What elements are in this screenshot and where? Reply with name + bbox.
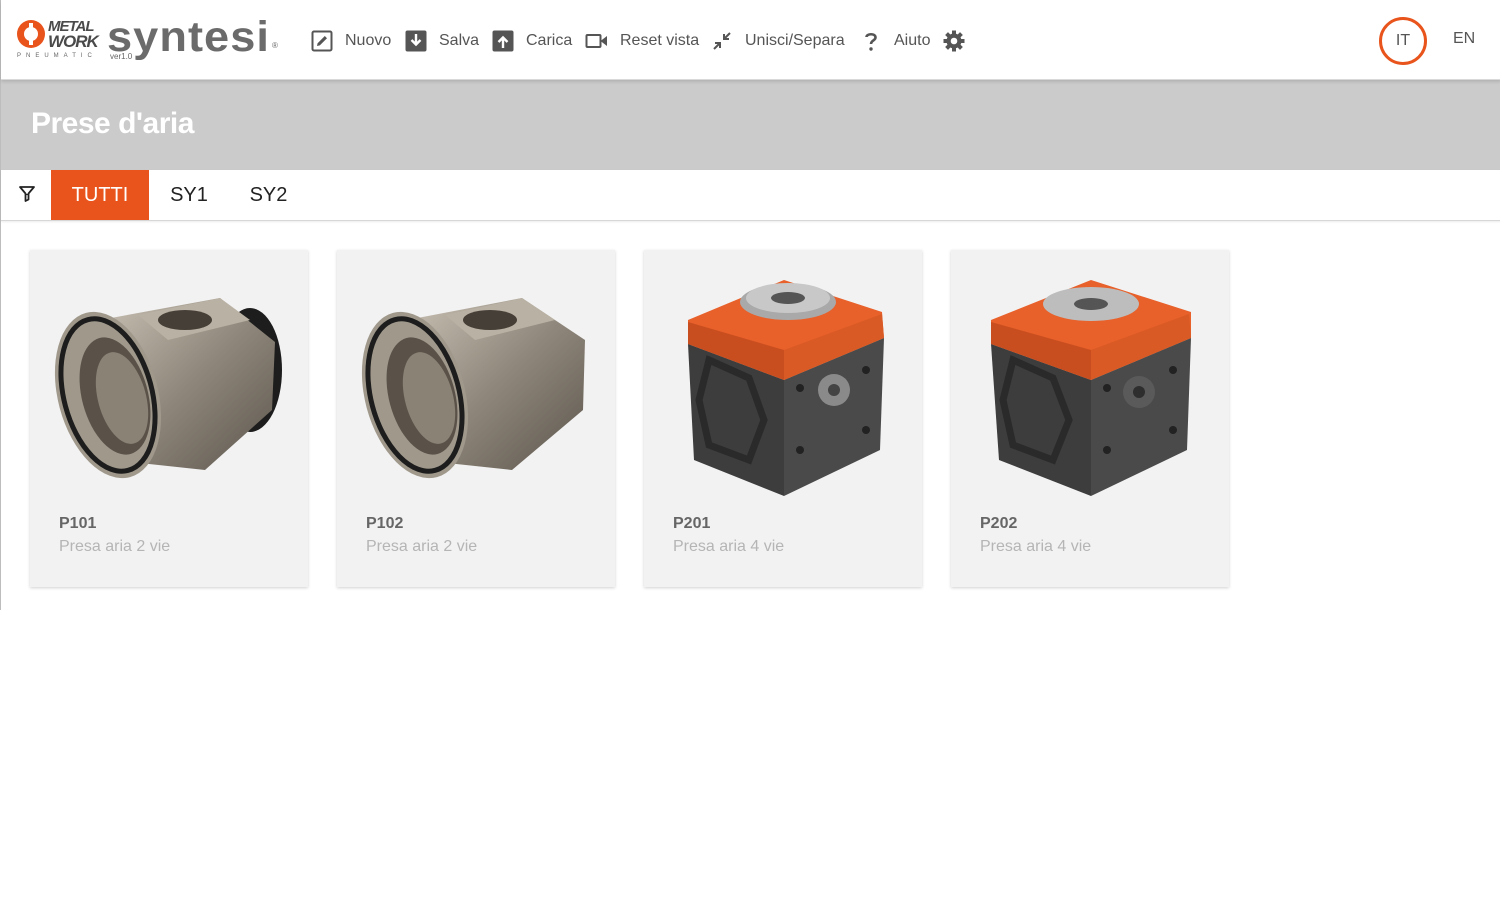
- save-button-label: Salva: [439, 32, 480, 49]
- reset-view-button-label: Reset vista: [620, 32, 700, 49]
- merge-split-button[interactable]: Unisci/Separa: [710, 26, 845, 56]
- filter-tab-bar: TUTTI SY1 SY2: [1, 170, 1500, 221]
- metalwork-logo-line2: WORK: [48, 32, 99, 51]
- settings-button[interactable]: [942, 26, 977, 56]
- registered-mark: ®: [272, 41, 278, 50]
- product-description: Presa aria 4 vie: [673, 538, 785, 555]
- language-en-button[interactable]: EN: [1453, 30, 1475, 48]
- tab-tutti[interactable]: TUTTI: [51, 170, 149, 220]
- orange-block-image: [688, 280, 884, 496]
- product-description: Presa aria 2 vie: [366, 538, 478, 555]
- tab-sy1[interactable]: SY1: [152, 170, 226, 220]
- help-button[interactable]: Aiuto: [859, 26, 930, 56]
- product-description: Presa aria 2 vie: [59, 538, 171, 555]
- download-icon: [405, 30, 427, 52]
- reset-view-button[interactable]: Reset vista: [585, 26, 699, 56]
- brass-fitting-image: [54, 298, 282, 479]
- product-card-p202[interactable]: P202 Presa aria 4 vie: [951, 250, 1229, 587]
- brass-fitting-image: [361, 298, 585, 479]
- video-camera-icon: [585, 34, 607, 48]
- load-button[interactable]: Carica: [491, 26, 572, 56]
- product-code: P102: [366, 515, 404, 532]
- metalwork-logo-mark: [17, 20, 45, 48]
- page-header: Prese d'aria: [1, 79, 1500, 170]
- product-card-p101[interactable]: P101 Presa aria 2 vie: [30, 250, 308, 587]
- language-it-button[interactable]: IT: [1379, 17, 1427, 65]
- product-code: P202: [980, 515, 1018, 532]
- product-card-p102[interactable]: P102 Presa aria 2 vie: [337, 250, 615, 587]
- page-title: Prese d'aria: [31, 107, 194, 140]
- top-toolbar: METAL WORK PNEUMATIC syntesi ver1.0 ® Nu…: [1, 0, 1500, 80]
- metalwork-logo: METAL WORK PNEUMATIC: [15, 16, 99, 62]
- question-icon: [865, 32, 877, 51]
- product-code: P201: [673, 515, 711, 532]
- save-button[interactable]: Salva: [404, 26, 479, 56]
- merge-split-button-label: Unisci/Separa: [745, 32, 845, 49]
- load-button-label: Carica: [526, 32, 573, 49]
- metalwork-logo-sub: PNEUMATIC: [17, 53, 97, 59]
- gear-icon: [943, 30, 965, 52]
- product-card-p201[interactable]: P201 Presa aria 4 vie: [644, 250, 922, 587]
- help-button-label: Aiuto: [894, 32, 931, 49]
- orange-block-image: [991, 280, 1191, 496]
- tab-sy2[interactable]: SY2: [231, 170, 306, 220]
- app-version: ver1.0: [110, 52, 133, 61]
- product-description: Presa aria 4 vie: [980, 538, 1092, 555]
- upload-icon: [492, 30, 514, 52]
- new-button[interactable]: Nuovo: [310, 26, 391, 56]
- edit-icon: [311, 30, 333, 52]
- collapse-arrows-icon: [713, 32, 731, 50]
- new-button-label: Nuovo: [345, 32, 392, 49]
- syntesi-logo: syntesi ver1.0 ®: [107, 14, 278, 64]
- filter-icon[interactable]: [18, 185, 36, 203]
- product-code: P101: [59, 515, 97, 532]
- app-window: METAL WORK PNEUMATIC syntesi ver1.0 ® Nu…: [0, 0, 1500, 610]
